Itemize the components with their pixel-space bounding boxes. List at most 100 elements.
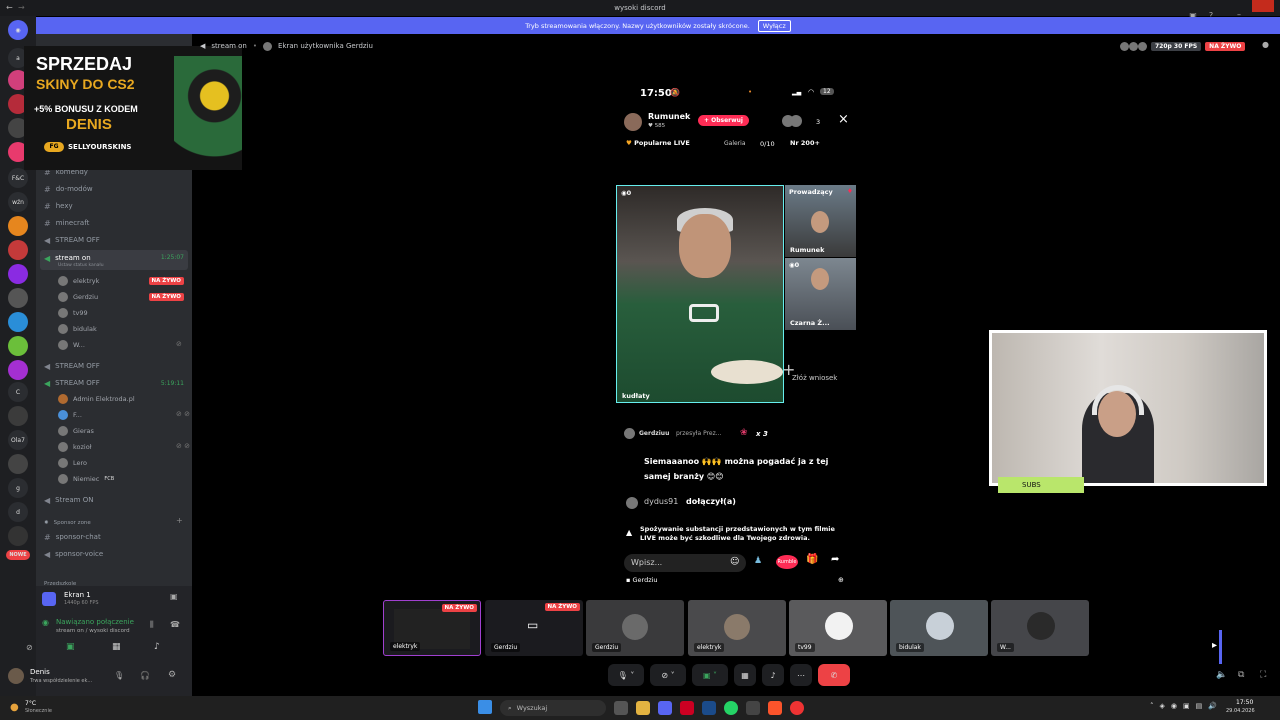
user-name[interactable]: Denis xyxy=(30,668,50,676)
guests-icon[interactable]: ♟ xyxy=(754,556,762,566)
server-fc[interactable]: F&C xyxy=(8,168,28,188)
participant-tile[interactable]: ▭ NA ŻYWO Gerdziu xyxy=(485,600,583,656)
mic-toggle-button[interactable]: 🎙 ˅ xyxy=(608,664,644,686)
server-wzn[interactable]: wźn xyxy=(8,192,28,212)
live-main-video[interactable]: ◉0 kudłaty xyxy=(616,185,784,403)
noise-suppression-icon[interactable]: ⫼ xyxy=(150,620,154,630)
voice-user[interactable]: Admin Elektroda.pl xyxy=(58,392,135,406)
system-tray-icons[interactable]: ˄◈◉▣▤🔊 xyxy=(1150,702,1223,710)
channel-sponsor-voice[interactable]: ◀ sponsor-voice xyxy=(44,547,103,561)
participant-tile[interactable]: NA ŻYWO elektryk xyxy=(383,600,481,656)
gallery-label[interactable]: Galeria xyxy=(724,140,746,147)
new-badge[interactable]: NOWE xyxy=(6,550,30,560)
activities-icon[interactable]: ▦ xyxy=(112,642,121,652)
server-d[interactable]: d xyxy=(8,502,28,522)
start-menu-icon[interactable] xyxy=(478,700,492,714)
close-live-icon[interactable]: × xyxy=(838,112,849,127)
voice-user[interactable]: F... xyxy=(58,408,82,422)
soundboard-button[interactable]: ♪ xyxy=(762,664,784,686)
file-explorer-icon[interactable] xyxy=(636,701,650,715)
guest-video-tile[interactable]: ◉0 Czarna Ż... xyxy=(785,258,856,330)
channel-sponsor-chat[interactable]: # sponsor-chat xyxy=(44,530,101,544)
voice-channel-stream-on[interactable]: ◀ stream on Ustaw status kanału 1:25:07 xyxy=(40,250,188,270)
category-sponsor-zone[interactable]: ✸ Sponsor zone xyxy=(44,516,91,530)
fullscreen-icon[interactable]: ⛶ xyxy=(1260,670,1266,680)
channel-hexy[interactable]: # hexy xyxy=(44,199,73,213)
task-view-icon[interactable] xyxy=(614,701,628,715)
server-icon[interactable] xyxy=(8,526,28,546)
voice-user[interactable]: W... xyxy=(58,338,85,352)
host-video-tile[interactable]: Prowadzący ♦ Rumunek xyxy=(785,185,856,257)
volume-icon[interactable]: 🔈 xyxy=(1216,670,1227,680)
add-channel-icon[interactable]: + xyxy=(176,516,183,525)
popout-icon[interactable]: ⧉ xyxy=(1238,670,1244,680)
server-icon[interactable] xyxy=(8,360,28,380)
participant-tile[interactable]: elektryk xyxy=(688,600,786,656)
server-icon[interactable] xyxy=(8,312,28,332)
voice-channel-stream-on-2[interactable]: ◀ Stream ON xyxy=(44,493,93,507)
screen-share-button[interactable]: ▣ xyxy=(66,642,75,652)
server-icon[interactable] xyxy=(8,240,28,260)
share-icon[interactable]: ➦ xyxy=(831,554,839,565)
server-g[interactable]: g xyxy=(8,478,28,498)
voice-user[interactable]: bidulak xyxy=(58,322,97,336)
rumble-button[interactable]: Rumble xyxy=(776,555,798,569)
follow-button[interactable]: + Obserwuj xyxy=(698,115,749,126)
chat-toggle-icon[interactable]: ● xyxy=(1262,40,1269,49)
host-avatar[interactable] xyxy=(624,113,642,131)
voice-user[interactable]: Gieras xyxy=(58,424,94,438)
user-avatar[interactable] xyxy=(8,668,24,684)
zoom-icon[interactable]: ⊕ xyxy=(838,576,844,584)
server-ola7[interactable]: Ola7 xyxy=(8,430,28,450)
stop-share-icon[interactable]: ▣ xyxy=(170,592,178,601)
whatsapp-taskbar-icon[interactable] xyxy=(724,701,738,715)
discord-home-icon[interactable]: ◉ xyxy=(8,20,28,40)
voice-channel-stream-off[interactable]: ◀ STREAM OFF xyxy=(44,233,100,247)
header-channel[interactable]: stream on xyxy=(211,42,246,50)
activities-button[interactable]: ▦ xyxy=(734,664,756,686)
voice-channel-stream-off[interactable]: ◀ STREAM OFF xyxy=(44,376,100,390)
camera-toggle-button[interactable]: ⊘ ˅ xyxy=(650,664,686,686)
weather-icon[interactable]: ● xyxy=(10,702,19,713)
channel-minecraft[interactable]: # minecraft xyxy=(44,216,89,230)
voice-user[interactable]: Gerdziu xyxy=(58,290,98,304)
more-options-button[interactable]: ⋯ xyxy=(790,664,812,686)
popular-live-link[interactable]: ♥ Popularne LIVE xyxy=(626,139,690,147)
server-icon[interactable] xyxy=(8,288,28,308)
emoji-icon[interactable]: ☺ xyxy=(730,557,739,567)
settings-gear-icon[interactable]: ⚙ xyxy=(168,670,176,680)
voice-user[interactable]: tv99 xyxy=(58,306,88,320)
steam-taskbar-icon[interactable] xyxy=(702,701,716,715)
headphones-icon[interactable]: 🎧 xyxy=(140,671,150,680)
screen-share-toggle-button[interactable]: ▣ ˅ xyxy=(692,664,728,686)
server-icon[interactable] xyxy=(8,336,28,356)
disconnect-icon[interactable]: ☎ xyxy=(170,620,180,629)
server-icon[interactable] xyxy=(8,216,28,236)
participant-tile[interactable]: tv99 xyxy=(789,600,887,656)
channel-do-modow[interactable]: # do-modów xyxy=(44,182,93,196)
voice-channel-stream-off[interactable]: ◀ STREAM OFF xyxy=(44,359,100,373)
camera-off-icon[interactable]: ⊘ xyxy=(26,643,33,652)
rank-badge[interactable]: Nr 200+ xyxy=(790,139,820,147)
app-taskbar-icon[interactable] xyxy=(680,701,694,715)
participant-tile[interactable]: W... xyxy=(991,600,1089,656)
participant-tile[interactable]: bidulak xyxy=(890,600,988,656)
close-window-icon[interactable] xyxy=(1252,0,1274,12)
soundboard-icon[interactable]: ♪ xyxy=(154,642,160,652)
mic-icon[interactable]: 🎙 xyxy=(114,671,124,680)
server-c[interactable]: C xyxy=(8,382,28,402)
discord-taskbar-icon[interactable] xyxy=(658,701,672,715)
voice-user[interactable]: Lero xyxy=(58,456,87,470)
participant-tile[interactable]: Gerdziu xyxy=(586,600,684,656)
gift-icon[interactable]: 🎁 xyxy=(806,554,818,565)
brave-taskbar-icon[interactable] xyxy=(768,701,782,715)
server-icon[interactable] xyxy=(8,264,28,284)
connection-status[interactable]: Nawiązano połączenie xyxy=(56,618,134,626)
channel-status[interactable]: Ustaw status kanału xyxy=(58,263,104,268)
voice-user[interactable]: kozioł xyxy=(58,440,92,454)
volume-slider[interactable] xyxy=(1219,630,1222,664)
app-taskbar-icon[interactable] xyxy=(746,701,760,715)
disable-streamer-mode-button[interactable]: Wyłącz xyxy=(757,19,791,32)
server-icon[interactable] xyxy=(8,454,28,474)
viewer-avatar[interactable] xyxy=(790,115,802,127)
